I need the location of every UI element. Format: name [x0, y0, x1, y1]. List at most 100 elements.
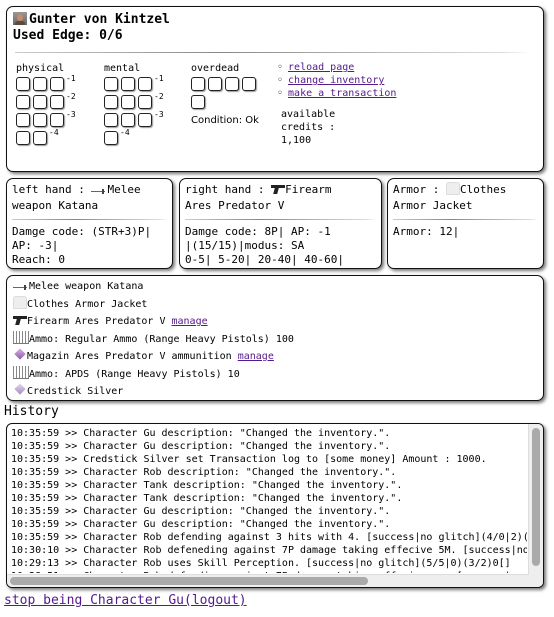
inventory-item-name: Ammo: Regular Ammo (Range Heavy Pistols)… — [29, 333, 294, 345]
armor-panel: Armor : Clothes Armor Jacket Armor: 12| — [387, 178, 544, 269]
monitor-row: -4 — [104, 128, 164, 148]
damage-box-checkbox[interactable] — [50, 95, 64, 109]
history-entry: 10:30:10 >> Character Rob defeneding aga… — [11, 545, 527, 556]
manage-link[interactable]: manage — [172, 316, 208, 327]
damage-box-checkbox[interactable] — [16, 131, 30, 145]
scrollbar-corner — [529, 575, 543, 587]
divider — [185, 219, 376, 220]
credits-label: available — [281, 109, 336, 120]
damage-box-checkbox[interactable] — [16, 95, 30, 109]
damage-box-checkbox[interactable] — [121, 77, 135, 91]
damage-box-checkbox[interactable] — [33, 77, 47, 91]
inventory-item: Ammo: Regular Ammo (Range Heavy Pistols)… — [13, 330, 537, 349]
used-edge: Used Edge: 0/6 — [13, 28, 123, 43]
shirt-icon — [445, 182, 460, 195]
character-name: Gunter von Kintzel — [29, 12, 170, 27]
wound-modifier: -2 — [154, 92, 164, 101]
vertical-scrollbar[interactable] — [528, 424, 543, 575]
item-name: Ares Predator V — [185, 199, 285, 212]
action-item: reload page — [277, 61, 396, 74]
history-entry: 10:29:13 >> Character Rob uses Skill Per… — [11, 558, 511, 569]
logout-link[interactable]: stop being Character Gu(logout) — [4, 593, 247, 608]
action-links: reload page change inventory make a tran… — [277, 61, 396, 100]
history-entry: 10:35:59 >> Character Gu description: "C… — [11, 519, 391, 530]
damage-box-checkbox[interactable] — [104, 77, 118, 91]
damage-box-checkbox[interactable] — [104, 113, 118, 127]
armor-penetration: AP: -3| — [12, 239, 59, 252]
katana-icon — [91, 187, 107, 195]
inventory-item-name: Ammo: APDS (Range Heavy Pistols) 10 — [29, 368, 240, 380]
horizontal-scrollbar[interactable] — [7, 574, 529, 587]
slot-label: left hand : — [12, 183, 92, 196]
armor-stats: Armor: 12| — [393, 225, 538, 239]
history-entry: 10:35:59 >> Character Gu description: "C… — [11, 506, 391, 517]
damage-box-checkbox[interactable] — [33, 95, 47, 109]
credstick-icon — [13, 383, 27, 396]
damage-box-checkbox[interactable] — [225, 77, 239, 91]
damage-box-checkbox[interactable] — [121, 113, 135, 127]
overdead-condition-monitor: overdead Condition: Ok — [191, 63, 259, 126]
damage-box-checkbox[interactable] — [16, 77, 30, 91]
left-hand-title: left hand : Melee — [12, 182, 167, 198]
item-type: Clothes — [459, 183, 507, 196]
monitor-row: -3 — [16, 110, 76, 130]
damage-box-checkbox[interactable] — [191, 95, 205, 109]
divider — [12, 219, 167, 220]
item-type: Firearm — [285, 183, 332, 196]
wound-modifier: -4 — [49, 128, 59, 137]
damage-box-checkbox[interactable] — [208, 77, 222, 91]
wound-modifier: -3 — [66, 110, 76, 119]
slot-label: Armor : — [393, 183, 446, 196]
damage-box-checkbox[interactable] — [50, 113, 64, 127]
history-log: 10:35:59 >> Character Gu description: "C… — [6, 423, 544, 588]
credits-value: 1,100 — [281, 135, 312, 146]
history-entry: 10:35:59 >> Character Tank description: … — [11, 480, 403, 491]
history-entry: 10:35:59 >> Character Rob description: "… — [11, 467, 397, 478]
damage-box-checkbox[interactable] — [121, 95, 135, 109]
armor-value: Armor: 12| — [393, 225, 460, 238]
inventory-item-name: Firearm Ares Predator V — [27, 316, 172, 327]
inventory-item: Firearm Ares Predator V manage — [13, 313, 537, 331]
reload-page-link[interactable]: reload page — [288, 62, 354, 73]
ammo-and-mode: |(15/15)|modus: SA — [185, 239, 305, 252]
horizontal-scroll-thumb[interactable] — [10, 577, 368, 585]
wound-modifier: -1 — [154, 74, 164, 83]
pistol-icon — [271, 182, 286, 195]
damage-box-checkbox[interactable] — [138, 113, 152, 127]
history-entry: 10:35:59 >> Character Tank description: … — [11, 493, 403, 504]
condition-status: Condition: Ok — [191, 115, 259, 126]
wound-modifier: -4 — [120, 128, 130, 137]
damage-box-checkbox[interactable] — [16, 113, 30, 127]
weapon-stats: Damge code: (STR+3)P| AP: -3| Reach: 0 — [12, 225, 167, 267]
physical-monitor-label: physical — [16, 63, 65, 74]
damage-box-checkbox[interactable] — [104, 95, 118, 109]
left-hand-panel: left hand : Melee weapon Katana Damge co… — [6, 178, 173, 269]
damage-code: Damge code: 8P| AP: -1 — [185, 225, 331, 238]
available-credits: available credits : 1,100 — [281, 108, 335, 147]
overdead-monitor-label: overdead — [191, 63, 240, 74]
vertical-scroll-thumb[interactable] — [532, 428, 540, 566]
range-brackets: 0-5| 5-20| 20-40| 40-60| — [185, 253, 344, 266]
damage-box-checkbox[interactable] — [33, 131, 47, 145]
make-transaction-link[interactable]: make a transaction — [288, 88, 396, 99]
damage-box-checkbox[interactable] — [50, 77, 64, 91]
damage-box-checkbox[interactable] — [191, 77, 205, 91]
inventory-item-name: Melee weapon Katana — [29, 281, 144, 292]
damage-box-checkbox[interactable] — [138, 95, 152, 109]
inventory-item: Magazin Ares Predator V ammunition manag… — [13, 348, 537, 366]
wound-modifier: -1 — [66, 74, 76, 83]
damage-box-checkbox[interactable] — [242, 77, 256, 91]
monitor-row: -4 — [16, 128, 76, 148]
change-inventory-link[interactable]: change inventory — [288, 75, 384, 86]
monitor-row — [191, 95, 259, 112]
damage-box-checkbox[interactable] — [104, 131, 118, 145]
inventory-item-name: Clothes Armor Jacket — [27, 298, 148, 310]
ammo-icon — [13, 330, 29, 344]
damage-box-checkbox[interactable] — [138, 77, 152, 91]
manage-link[interactable]: manage — [238, 351, 274, 362]
inventory-item: Ammo: APDS (Range Heavy Pistols) 10 — [13, 365, 537, 384]
mental-condition-monitor: mental -1 -2 -3 -4 — [104, 63, 164, 149]
avatar-icon — [13, 12, 27, 25]
monitor-row: -3 — [104, 110, 164, 130]
damage-box-checkbox[interactable] — [33, 113, 47, 127]
